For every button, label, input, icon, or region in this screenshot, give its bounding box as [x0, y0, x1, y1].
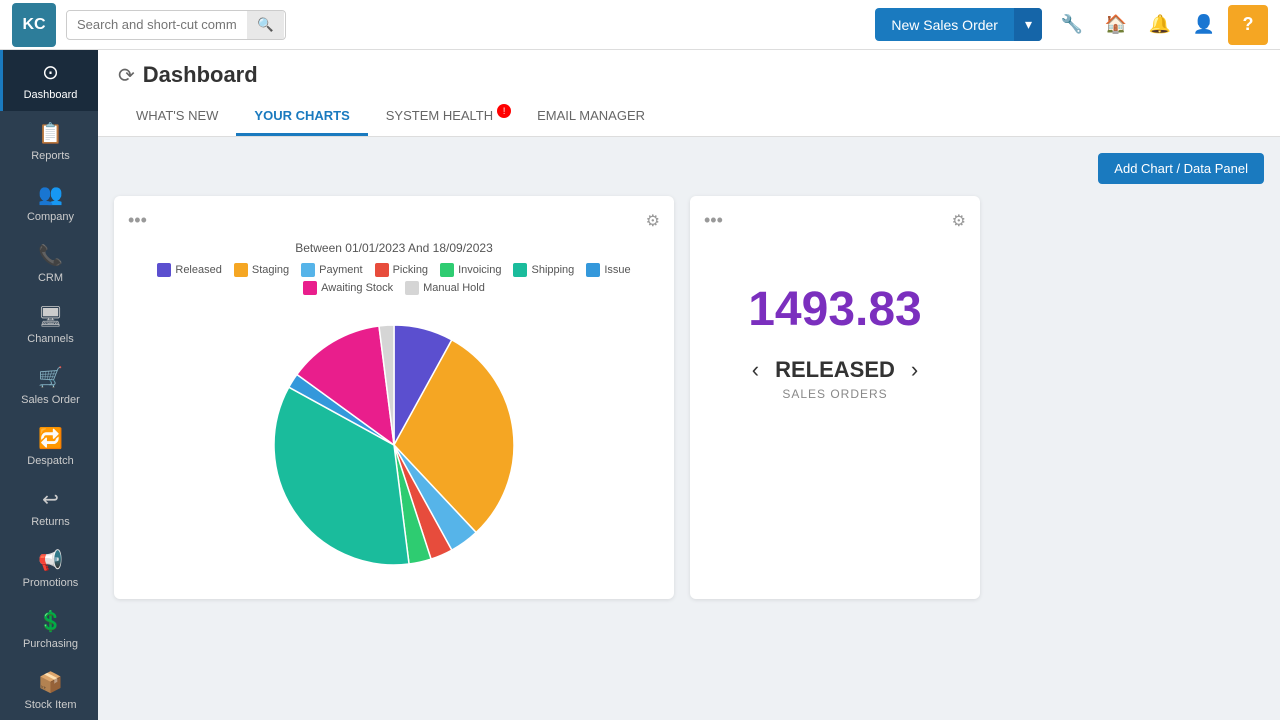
search-input[interactable] — [67, 11, 247, 38]
sidebar-label-reports: Reports — [31, 150, 70, 162]
tab-your-charts[interactable]: YOUR CHARTS — [236, 98, 367, 136]
sidebar: ⊙ Dashboard 📋 Reports 👥 Company 📞 CRM 🖥 … — [0, 50, 98, 720]
sidebar-item-promotions[interactable]: 📢 Promotions — [0, 538, 98, 599]
pie-card-menu[interactable]: ••• — [128, 210, 147, 231]
stock-item-icon: 📦 — [38, 670, 63, 695]
legend-item: Manual Hold — [405, 281, 485, 295]
sidebar-label-purchasing: Purchasing — [23, 638, 78, 650]
pie-svg — [254, 305, 534, 585]
legend-item: Invoicing — [440, 263, 501, 277]
sidebar-label-despatch: Despatch — [27, 455, 73, 467]
logo: KC — [12, 3, 56, 47]
metric-card-menu[interactable]: ••• — [704, 210, 723, 231]
metric-prev-button[interactable]: ‹ — [752, 357, 759, 383]
main-layout: ⊙ Dashboard 📋 Reports 👥 Company 📞 CRM 🖥 … — [0, 50, 1280, 720]
pie-chart-container: Between 01/01/2023 And 18/09/2023 Releas… — [128, 241, 660, 585]
add-chart-button[interactable]: Add Chart / Data Panel — [1098, 153, 1264, 184]
tab-whats-new[interactable]: WHAT'S NEW — [118, 98, 236, 136]
sidebar-item-reports[interactable]: 📋 Reports — [0, 111, 98, 172]
metric-label: RELEASED — [775, 357, 895, 383]
crm-icon: 📞 — [38, 243, 63, 268]
promotions-icon: 📢 — [38, 548, 63, 573]
search-button[interactable]: 🔍 — [247, 11, 284, 39]
sidebar-item-dashboard[interactable]: ⊙ Dashboard — [0, 50, 98, 111]
search-bar: 🔍 — [66, 10, 286, 40]
charts-area: Add Chart / Data Panel ••• ⚙ Between 01/… — [98, 137, 1280, 720]
notifications-icon-btn[interactable]: 🔔 — [1140, 5, 1180, 45]
purchasing-icon: 💲 — [38, 609, 63, 634]
sidebar-item-despatch[interactable]: 🔁 Despatch — [0, 416, 98, 477]
sidebar-label-channels: Channels — [27, 333, 73, 345]
sidebar-item-stock-item[interactable]: 📦 Stock Item — [0, 660, 98, 720]
dashboard-icon: ⊙ — [42, 60, 59, 85]
sidebar-label-returns: Returns — [31, 516, 70, 528]
new-sales-order-dropdown[interactable]: ▾ — [1014, 8, 1042, 41]
user-icon-btn[interactable]: 👤 — [1184, 5, 1224, 45]
tab-system-health[interactable]: SYSTEM HEALTH ! — [368, 98, 519, 136]
company-icon: 👥 — [38, 182, 63, 207]
new-sales-order-label: New Sales Order — [875, 9, 1014, 41]
legend-item: Released — [157, 263, 221, 277]
sidebar-label-crm: CRM — [38, 272, 63, 284]
legend-item: Staging — [234, 263, 289, 277]
sales-order-icon: 🛒 — [38, 365, 63, 390]
sidebar-label-stock-item: Stock Item — [25, 699, 77, 711]
pie-card-settings[interactable]: ⚙ — [646, 211, 660, 231]
dashboard-refresh-icon: ⟳ — [118, 63, 135, 88]
metric-next-button[interactable]: › — [911, 357, 918, 383]
tab-system-health-label: SYSTEM HEALTH — [386, 108, 493, 123]
sidebar-label-company: Company — [27, 211, 74, 223]
sidebar-label-dashboard: Dashboard — [24, 89, 78, 101]
sidebar-item-crm[interactable]: 📞 CRM — [0, 233, 98, 294]
metric-sublabel: SALES ORDERS — [782, 387, 887, 401]
metric-card-settings[interactable]: ⚙ — [952, 211, 966, 231]
legend-item: Awaiting Stock — [303, 281, 393, 295]
sidebar-label-sales-order: Sales Order — [21, 394, 80, 406]
metric-nav: ‹ RELEASED › — [752, 357, 918, 383]
pie-chart-card: ••• ⚙ Between 01/01/2023 And 18/09/2023 … — [114, 196, 674, 599]
charts-header: Add Chart / Data Panel — [114, 153, 1264, 184]
home-icon-btn[interactable]: 🏠 — [1096, 5, 1136, 45]
tools-icon-btn[interactable]: 🔧 — [1052, 5, 1092, 45]
tabs: WHAT'S NEW YOUR CHARTS SYSTEM HEALTH ! E… — [118, 98, 1260, 136]
system-health-badge: ! — [497, 104, 511, 118]
channels-icon: 🖥 — [38, 304, 63, 329]
legend-item: Shipping — [513, 263, 574, 277]
sidebar-item-sales-order[interactable]: 🛒 Sales Order — [0, 355, 98, 416]
help-button[interactable]: ? — [1228, 5, 1268, 45]
metric-inner: 1493.83 ‹ RELEASED › SALES ORDERS — [704, 241, 966, 441]
metric-card: ••• ⚙ 1493.83 ‹ RELEASED › SALES ORDERS — [690, 196, 980, 599]
legend-item: Payment — [301, 263, 362, 277]
despatch-icon: 🔁 — [38, 426, 63, 451]
returns-icon: ↩ — [42, 487, 59, 512]
sidebar-item-returns[interactable]: ↩ Returns — [0, 477, 98, 538]
topbar: KC 🔍 New Sales Order ▾ 🔧 🏠 🔔 👤 ? — [0, 0, 1280, 50]
reports-icon: 📋 — [38, 121, 63, 146]
sidebar-item-channels[interactable]: 🖥 Channels — [0, 294, 98, 355]
metric-value: 1493.83 — [748, 282, 922, 337]
charts-row: ••• ⚙ Between 01/01/2023 And 18/09/2023 … — [114, 196, 1264, 599]
pie-card-topbar: ••• ⚙ — [128, 210, 660, 231]
page-header: ⟳ Dashboard WHAT'S NEW YOUR CHARTS SYSTE… — [98, 50, 1280, 137]
pie-date-range: Between 01/01/2023 And 18/09/2023 — [295, 241, 493, 255]
topbar-icons: 🔧 🏠 🔔 👤 ? — [1052, 5, 1268, 45]
legend-item: Issue — [586, 263, 630, 277]
sidebar-label-promotions: Promotions — [23, 577, 79, 589]
sidebar-item-purchasing[interactable]: 💲 Purchasing — [0, 599, 98, 660]
legend-item: Picking — [375, 263, 428, 277]
tab-email-manager[interactable]: EMAIL MANAGER — [519, 98, 663, 136]
pie-legend: Released Staging Payment Picking Invoicing Sh… — [128, 263, 660, 295]
page-title: Dashboard — [143, 62, 258, 88]
sidebar-item-company[interactable]: 👥 Company — [0, 172, 98, 233]
content: ⟳ Dashboard WHAT'S NEW YOUR CHARTS SYSTE… — [98, 50, 1280, 720]
metric-card-topbar: ••• ⚙ — [704, 210, 966, 231]
new-sales-order-button[interactable]: New Sales Order ▾ — [875, 8, 1042, 41]
